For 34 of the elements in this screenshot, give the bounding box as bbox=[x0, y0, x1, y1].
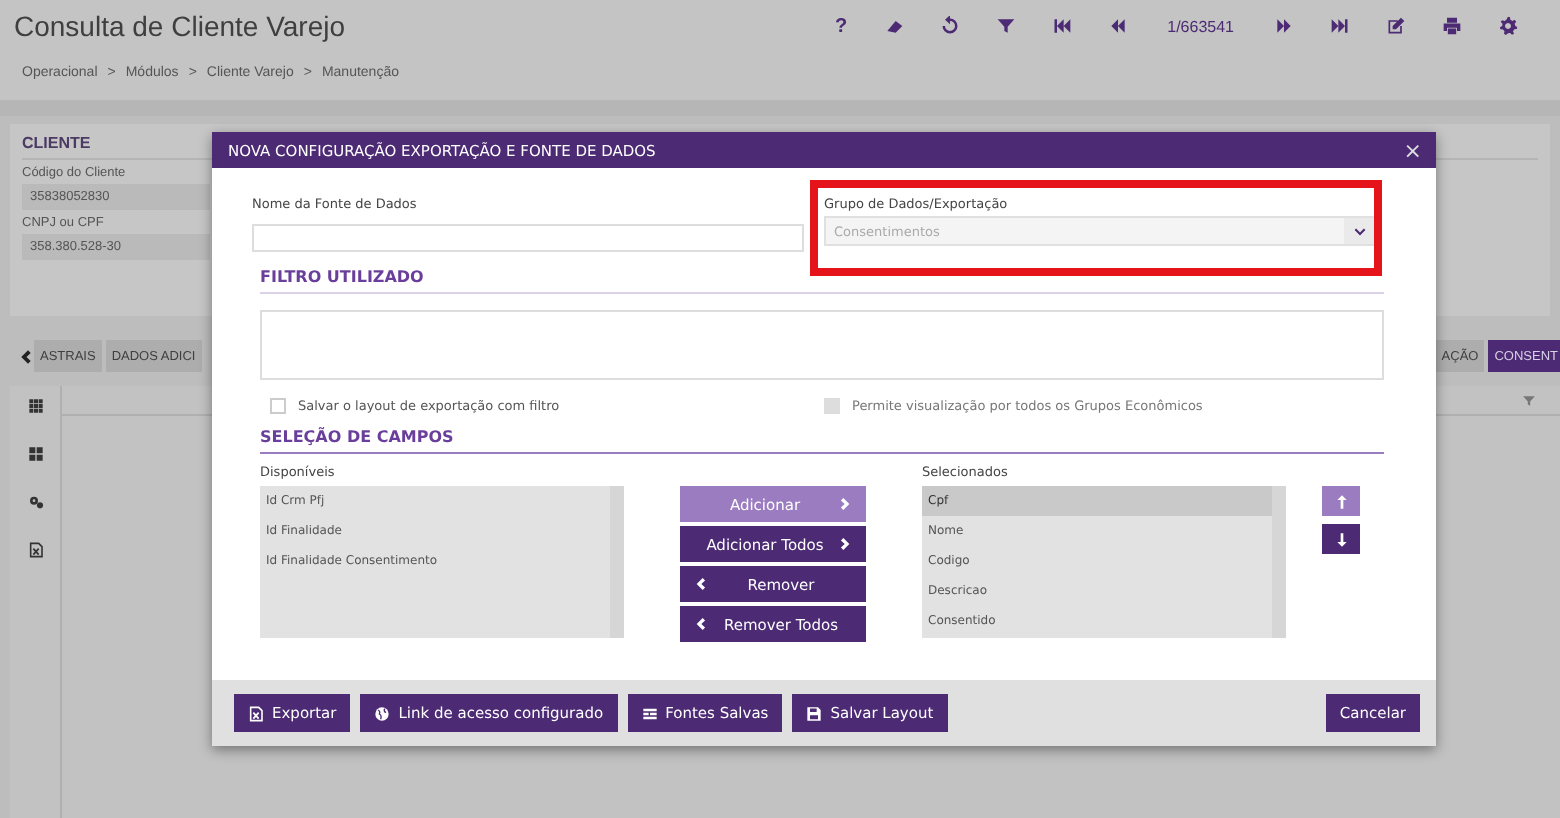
chevron-left-icon bbox=[692, 616, 708, 632]
first-page-icon[interactable] bbox=[1051, 16, 1072, 36]
caret-icon bbox=[1351, 223, 1367, 239]
filter-icon[interactable] bbox=[995, 16, 1016, 36]
last-page-icon[interactable] bbox=[1330, 16, 1350, 36]
globe-icon bbox=[374, 705, 391, 721]
eraser-icon[interactable] bbox=[883, 16, 904, 36]
input-field[interactable] bbox=[252, 223, 804, 251]
chevron-left-icon bbox=[692, 576, 708, 592]
chevron-right-icon bbox=[838, 496, 854, 512]
refresh-icon[interactable] bbox=[939, 16, 960, 36]
tiles-icon[interactable] bbox=[27, 446, 43, 462]
next-icon[interactable] bbox=[1274, 16, 1294, 36]
spreadsheet-icon bbox=[248, 705, 264, 721]
help-button[interactable]: ? bbox=[835, 15, 848, 37]
checkbox[interactable] bbox=[270, 398, 286, 414]
section-heading: SELEÇÃO DE CAMPOS bbox=[260, 428, 1384, 454]
chevron-right-icon bbox=[838, 536, 854, 552]
section-heading: FILTRO UTILIZADO bbox=[260, 268, 1384, 294]
grid-icon[interactable] bbox=[27, 398, 43, 414]
print-icon[interactable] bbox=[1442, 16, 1462, 36]
arrow-up-icon bbox=[1333, 493, 1349, 509]
previous-icon[interactable] bbox=[1107, 16, 1128, 36]
list-icon bbox=[641, 705, 658, 721]
move-down-button[interactable] bbox=[1322, 524, 1360, 554]
record-counter: 1/663541 bbox=[1167, 17, 1234, 35]
arrow-down-icon bbox=[1333, 531, 1349, 547]
gears-icon[interactable] bbox=[27, 494, 43, 510]
scroll-left-icon[interactable] bbox=[16, 347, 34, 365]
close-button[interactable]: × bbox=[1403, 137, 1422, 163]
edit-icon[interactable] bbox=[1386, 16, 1406, 36]
page-title: Consulta de Cliente Varejo bbox=[14, 10, 348, 42]
spreadsheet-icon[interactable] bbox=[27, 542, 43, 558]
settings-icon[interactable] bbox=[1498, 16, 1518, 36]
